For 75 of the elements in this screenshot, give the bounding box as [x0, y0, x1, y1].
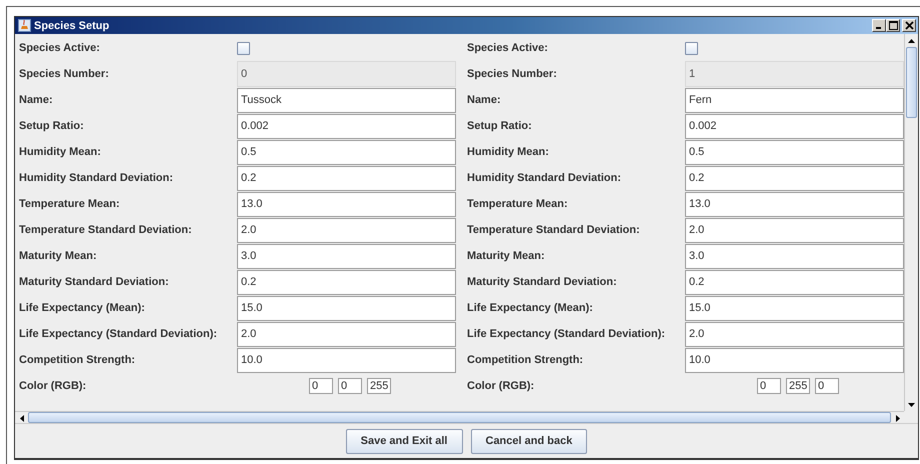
input-field[interactable]: 10.0	[237, 348, 456, 372]
field-label: Temperature Standard Deviation:	[19, 224, 193, 236]
app-icon	[18, 19, 31, 32]
field-label: Maturity Mean:	[19, 250, 98, 262]
window-title: Species Setup	[34, 20, 110, 32]
field-label: Humidity Standard Deviation:	[19, 172, 174, 184]
field-label: Competition Strength:	[19, 354, 136, 366]
field-label: Temperature Standard Deviation:	[467, 224, 641, 236]
field-label: Humidity Standard Deviation:	[467, 172, 622, 184]
input-field[interactable]: Fern	[685, 88, 904, 112]
input-field[interactable]: 255	[786, 378, 810, 394]
field-label: Species Number:	[19, 68, 110, 80]
dialog-button[interactable]: Save and Exit all	[346, 428, 462, 454]
input-field[interactable]: 15.0	[237, 296, 456, 320]
field-label: Temperature Mean:	[19, 198, 121, 210]
input-field[interactable]: 0.2	[685, 270, 904, 294]
field-label: Setup Ratio:	[467, 120, 533, 132]
input-field[interactable]: Tussock	[237, 88, 456, 112]
field-label: Maturity Standard Deviation:	[19, 276, 170, 288]
field-label: Color (RGB):	[467, 380, 536, 392]
field-label: Life Expectancy (Mean):	[19, 302, 146, 314]
read-only-field: 0	[237, 61, 456, 87]
input-field[interactable]: 0.002	[237, 114, 456, 138]
right-arrow-icon[interactable]	[896, 414, 900, 422]
down-arrow-icon[interactable]	[908, 402, 915, 406]
vertical-scrollbar[interactable]	[904, 34, 918, 411]
input-field[interactable]: 10.0	[685, 348, 904, 372]
field-label: Maturity Mean:	[467, 250, 546, 262]
close-icon	[904, 21, 914, 30]
checkbox[interactable]	[685, 42, 698, 54]
input-field[interactable]: 0	[815, 378, 839, 394]
input-field[interactable]: 255	[367, 378, 391, 394]
input-field[interactable]: 0.002	[685, 114, 904, 138]
dialog-button[interactable]: Cancel and back	[470, 428, 588, 454]
input-field[interactable]: 3.0	[685, 244, 904, 268]
field-label: Species Number:	[467, 68, 558, 80]
checkbox[interactable]	[237, 42, 250, 54]
field-label: Setup Ratio:	[19, 120, 85, 132]
field-label: Life Expectancy (Mean):	[467, 302, 594, 314]
field-label: Maturity Standard Deviation:	[467, 276, 618, 288]
read-only-field: 1	[685, 61, 904, 87]
field-label: Species Active:	[467, 42, 549, 54]
input-field[interactable]: 0.2	[237, 166, 456, 190]
field-label: Color (RGB):	[19, 380, 88, 392]
field-label: Name:	[467, 94, 502, 106]
input-field[interactable]: 13.0	[685, 192, 904, 216]
left-arrow-icon[interactable]	[20, 414, 24, 422]
input-field[interactable]: 2.0	[685, 322, 904, 346]
up-arrow-icon[interactable]	[908, 38, 915, 42]
field-label: Humidity Mean:	[19, 146, 102, 158]
field-label: Temperature Mean:	[467, 198, 569, 210]
field-label: Life Expectancy (Standard Deviation):	[467, 328, 666, 340]
minimize-button[interactable]	[872, 19, 886, 32]
field-label: Species Active:	[19, 42, 101, 54]
input-field[interactable]: 0	[757, 378, 781, 394]
scroll-thumb[interactable]	[906, 47, 917, 118]
input-field[interactable]: 13.0	[237, 192, 456, 216]
field-label: Competition Strength:	[467, 354, 584, 366]
maximize-button[interactable]	[886, 19, 900, 32]
field-label: Humidity Mean:	[467, 146, 550, 158]
input-field[interactable]: 0	[338, 378, 362, 394]
input-field[interactable]: 0	[309, 378, 333, 394]
field-label: Name:	[19, 94, 54, 106]
field-label: Life Expectancy (Standard Deviation):	[19, 328, 218, 340]
input-field[interactable]: 0.5	[685, 140, 904, 164]
close-button[interactable]	[902, 19, 916, 32]
input-field[interactable]: 15.0	[685, 296, 904, 320]
maximize-icon	[888, 21, 898, 30]
input-field[interactable]: 3.0	[237, 244, 456, 268]
input-field[interactable]: 0.5	[237, 140, 456, 164]
input-field[interactable]: 2.0	[237, 322, 456, 346]
input-field[interactable]: 0.2	[237, 270, 456, 294]
input-field[interactable]: 0.2	[685, 166, 904, 190]
input-field[interactable]: 2.0	[685, 218, 904, 242]
input-field[interactable]: 2.0	[237, 218, 456, 242]
